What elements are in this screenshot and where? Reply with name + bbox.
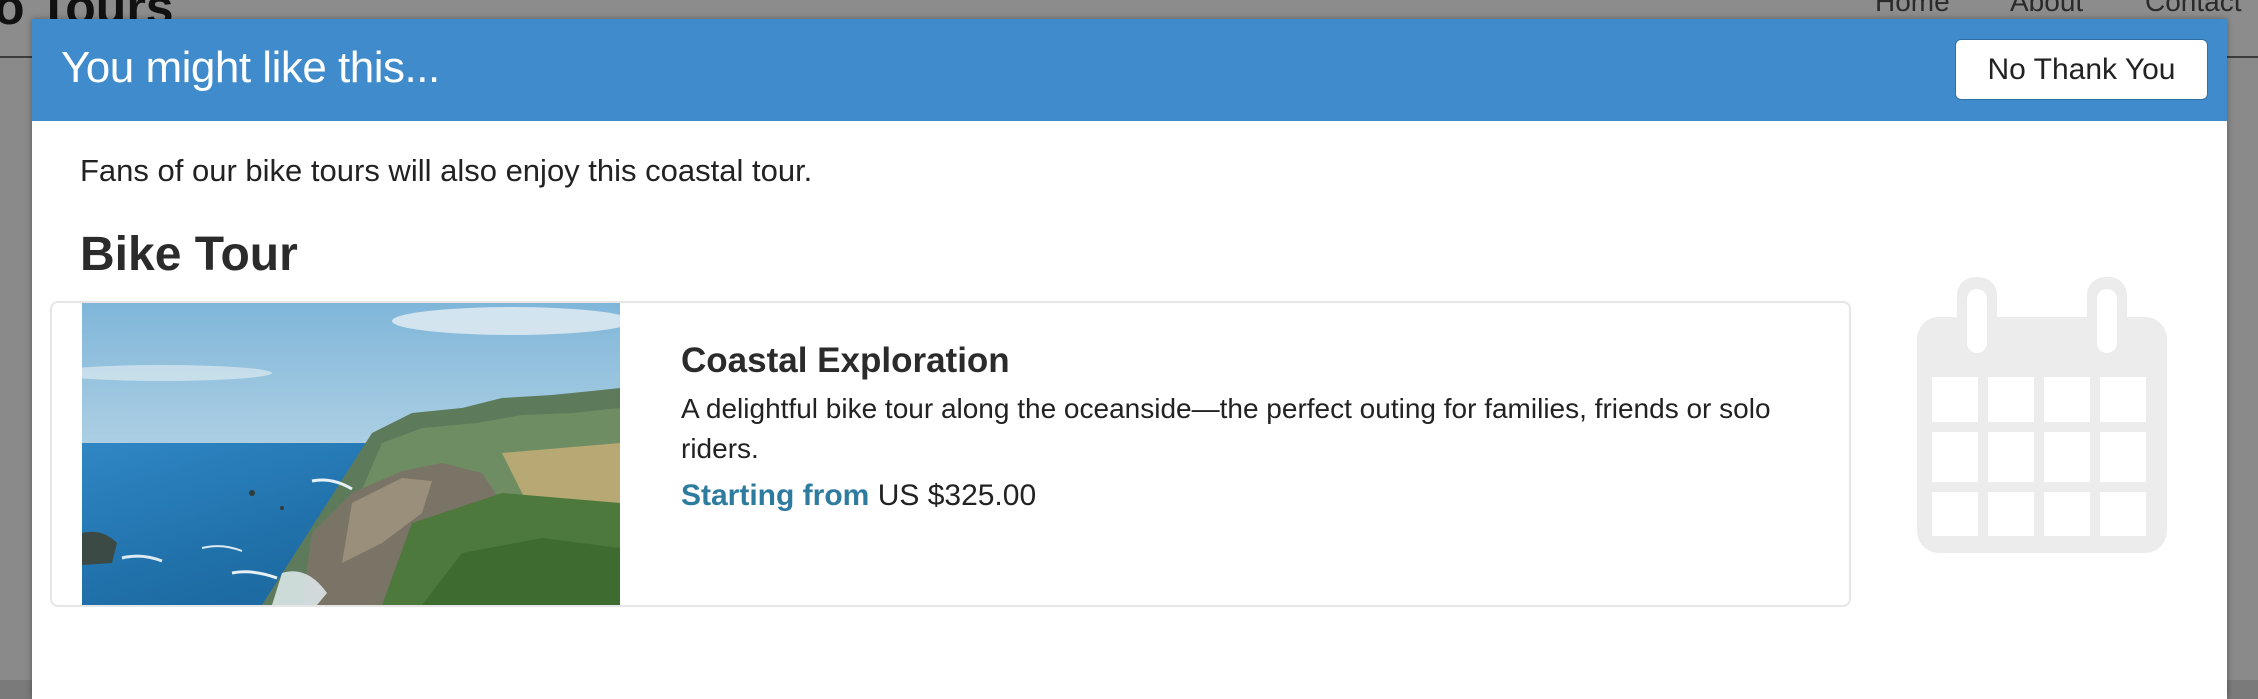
nav-contact-link[interactable]: Contact [2145, 0, 2242, 18]
upsell-modal: You might like this... No Thank You Fans… [32, 19, 2227, 699]
no-thank-you-button[interactable]: No Thank You [1955, 39, 2208, 100]
tour-photo[interactable] [82, 303, 620, 605]
price-value: US $325.00 [877, 479, 1037, 512]
nav-about-link[interactable]: About [2010, 0, 2083, 18]
tour-price: Starting from US $325.00 [681, 479, 1036, 513]
nav-home-link[interactable]: Home [1875, 0, 1950, 18]
calendar-icon [1907, 277, 2177, 567]
tour-name[interactable]: Coastal Exploration [681, 341, 1010, 381]
modal-title: You might like this... [61, 43, 440, 92]
tour-card[interactable]: Coastal Exploration A delightful bike to… [50, 301, 1851, 607]
tour-description: A delightful bike tour along the oceansi… [681, 393, 1771, 464]
modal-intro-text: Fans of our bike tours will also enjoy t… [80, 153, 813, 188]
modal-header: You might like this... No Thank You [32, 19, 2227, 121]
section-heading: Bike Tour [80, 228, 298, 281]
price-label: Starting from [681, 479, 870, 512]
